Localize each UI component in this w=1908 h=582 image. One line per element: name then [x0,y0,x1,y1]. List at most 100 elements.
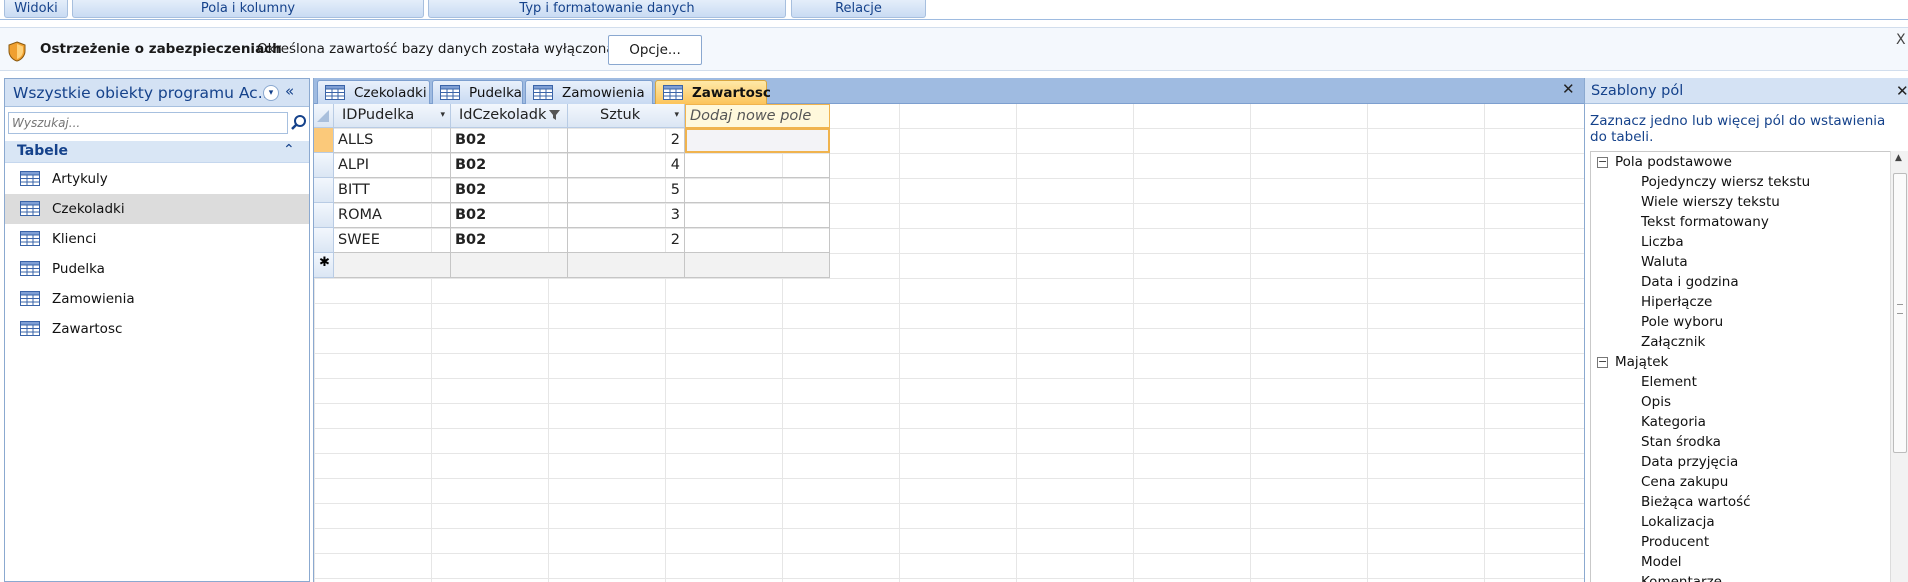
scroll-up-icon[interactable]: ▲ [1895,153,1902,163]
table-cell[interactable]: ALPI [334,153,451,178]
close-document-icon[interactable]: ✕ [1562,80,1575,98]
record-selector[interactable] [314,153,334,178]
add-new-field-header[interactable]: Dodaj nowe pole [685,104,830,128]
table-cell[interactable]: 3 [568,203,685,228]
template-field-item[interactable]: Wiele wierszy tekstu [1591,192,1886,212]
template-field-item[interactable]: Cena zakupu [1591,472,1886,492]
chevron-down-icon[interactable]: ▾ [674,104,679,127]
column-header-idpudelka[interactable]: IDPudelka ▾ [334,104,451,128]
table-cell[interactable] [568,253,685,278]
new-field-cell[interactable] [685,203,830,228]
chevron-down-icon[interactable]: ▾ [440,104,445,127]
template-field-item[interactable]: Producent [1591,532,1886,552]
new-field-cell[interactable] [685,178,830,203]
nav-table-item[interactable]: Klienci [5,224,309,254]
template-field-item[interactable]: Data i godzina [1591,272,1886,292]
new-field-cell[interactable] [685,228,830,253]
table-cell[interactable]: 2 [568,228,685,253]
close-pane-icon[interactable]: ✕ [1896,82,1908,100]
document-tab[interactable]: Pudelka [432,80,523,104]
table-cell[interactable]: B02 [451,128,568,153]
collapse-icon[interactable]: − [1597,156,1608,168]
record-selector[interactable] [314,228,334,253]
template-field-label: Wiele wierszy tekstu [1641,194,1780,210]
column-header-label: IdCzekoladk [459,107,547,123]
chevron-down-icon[interactable]: ▾ [263,85,279,101]
field-templates-header: Szablony pól ✕ [1585,78,1908,104]
nav-table-item[interactable]: Czekoladki [5,194,309,224]
search-box[interactable] [8,112,288,134]
vertical-scrollbar[interactable]: ▲ [1890,151,1908,582]
table-cell[interactable]: B02 [451,153,568,178]
table-cell[interactable]: B02 [451,178,568,203]
document-tab[interactable]: Czekoladki [317,80,430,104]
filter-icon[interactable] [548,109,562,121]
template-field-item[interactable]: Data przyjęcia [1591,452,1886,472]
table-cell[interactable]: BITT [334,178,451,203]
search-input[interactable] [9,113,279,133]
navigation-pane-title[interactable]: Wszystkie obiekty programu Ac... [13,84,272,102]
table-cell[interactable] [334,253,451,278]
template-field-item[interactable]: Komentarze [1591,572,1886,582]
template-field-item[interactable]: Liczba [1591,232,1886,252]
new-field-cell[interactable] [685,153,830,178]
template-field-item[interactable]: Pole wyboru [1591,312,1886,332]
nav-table-item[interactable]: Zawartosc [5,314,309,344]
template-field-item[interactable]: Waluta [1591,252,1886,272]
template-field-item[interactable]: Hiperłącze [1591,292,1886,312]
table-cell[interactable]: ALLS [334,128,451,153]
nav-table-item[interactable]: Pudelka [5,254,309,284]
tables-group-header[interactable]: Tabele ⌃ [5,141,309,163]
close-security-bar-icon[interactable]: X [1896,32,1906,48]
table-cell[interactable] [451,253,568,278]
collapse-icon[interactable]: − [1597,356,1608,368]
template-group-label: Pola podstawowe [1615,154,1732,170]
template-field-item[interactable]: Bieżąca wartość [1591,492,1886,512]
table-row: ALLS B02 2 [314,128,834,153]
nav-table-item[interactable]: Artykuly [5,164,309,194]
new-field-cell[interactable] [685,253,830,278]
table-icon [533,85,553,104]
table-row: SWEE B02 2 [314,228,834,253]
select-all-cell[interactable] [314,104,334,128]
tables-group-title: Tabele [17,143,69,159]
record-selector[interactable] [314,203,334,228]
table-icon [20,321,40,340]
nav-table-label: Czekoladki [52,201,125,217]
collapse-pane-icon[interactable]: « [285,82,294,100]
template-field-item[interactable]: Kategoria [1591,412,1886,432]
table-cell[interactable]: B02 [451,228,568,253]
record-selector[interactable] [314,128,334,153]
table-cell[interactable]: 5 [568,178,685,203]
table-cell[interactable]: ROMA [334,203,451,228]
chevron-up-icon[interactable]: ⌃ [283,142,295,158]
template-field-item[interactable]: Tekst formatowany [1591,212,1886,232]
record-selector[interactable] [314,178,334,203]
document-tab-label: Czekoladki [354,85,427,101]
document-tab[interactable]: Zawartosc [655,80,771,104]
template-field-item[interactable]: Element [1591,372,1886,392]
record-selector[interactable]: ✱ [314,253,334,278]
template-field-item[interactable]: Model [1591,552,1886,572]
template-field-item[interactable]: Stan środka [1591,432,1886,452]
template-field-item[interactable]: Pojedynczy wiersz tekstu [1591,172,1886,192]
options-button[interactable]: Opcje... [608,35,702,65]
column-header-sztuk[interactable]: Sztuk ▾ [568,104,685,128]
template-field-item[interactable]: Lokalizacja [1591,512,1886,532]
template-field-label: Komentarze [1641,574,1722,582]
table-cell[interactable]: B02 [451,203,568,228]
table-cell[interactable]: SWEE [334,228,451,253]
new-field-cell[interactable] [685,128,830,153]
document-tab[interactable]: Zamowienia [525,80,653,104]
ribbon-group-pola-i-kolumny: Pola i kolumny [72,0,424,18]
template-field-label: Bieżąca wartość [1641,494,1751,510]
nav-table-label: Zawartosc [52,321,123,337]
table-cell[interactable]: 4 [568,153,685,178]
scrollbar-thumb[interactable] [1893,173,1907,453]
template-field-item[interactable]: Opis [1591,392,1886,412]
template-field-item[interactable]: Załącznik [1591,332,1886,352]
table-cell[interactable]: 2 [568,128,685,153]
search-icon[interactable] [290,114,308,132]
nav-table-item[interactable]: Zamowienia [5,284,309,314]
column-header-idczekoladki[interactable]: IdCzekoladk [451,104,568,128]
